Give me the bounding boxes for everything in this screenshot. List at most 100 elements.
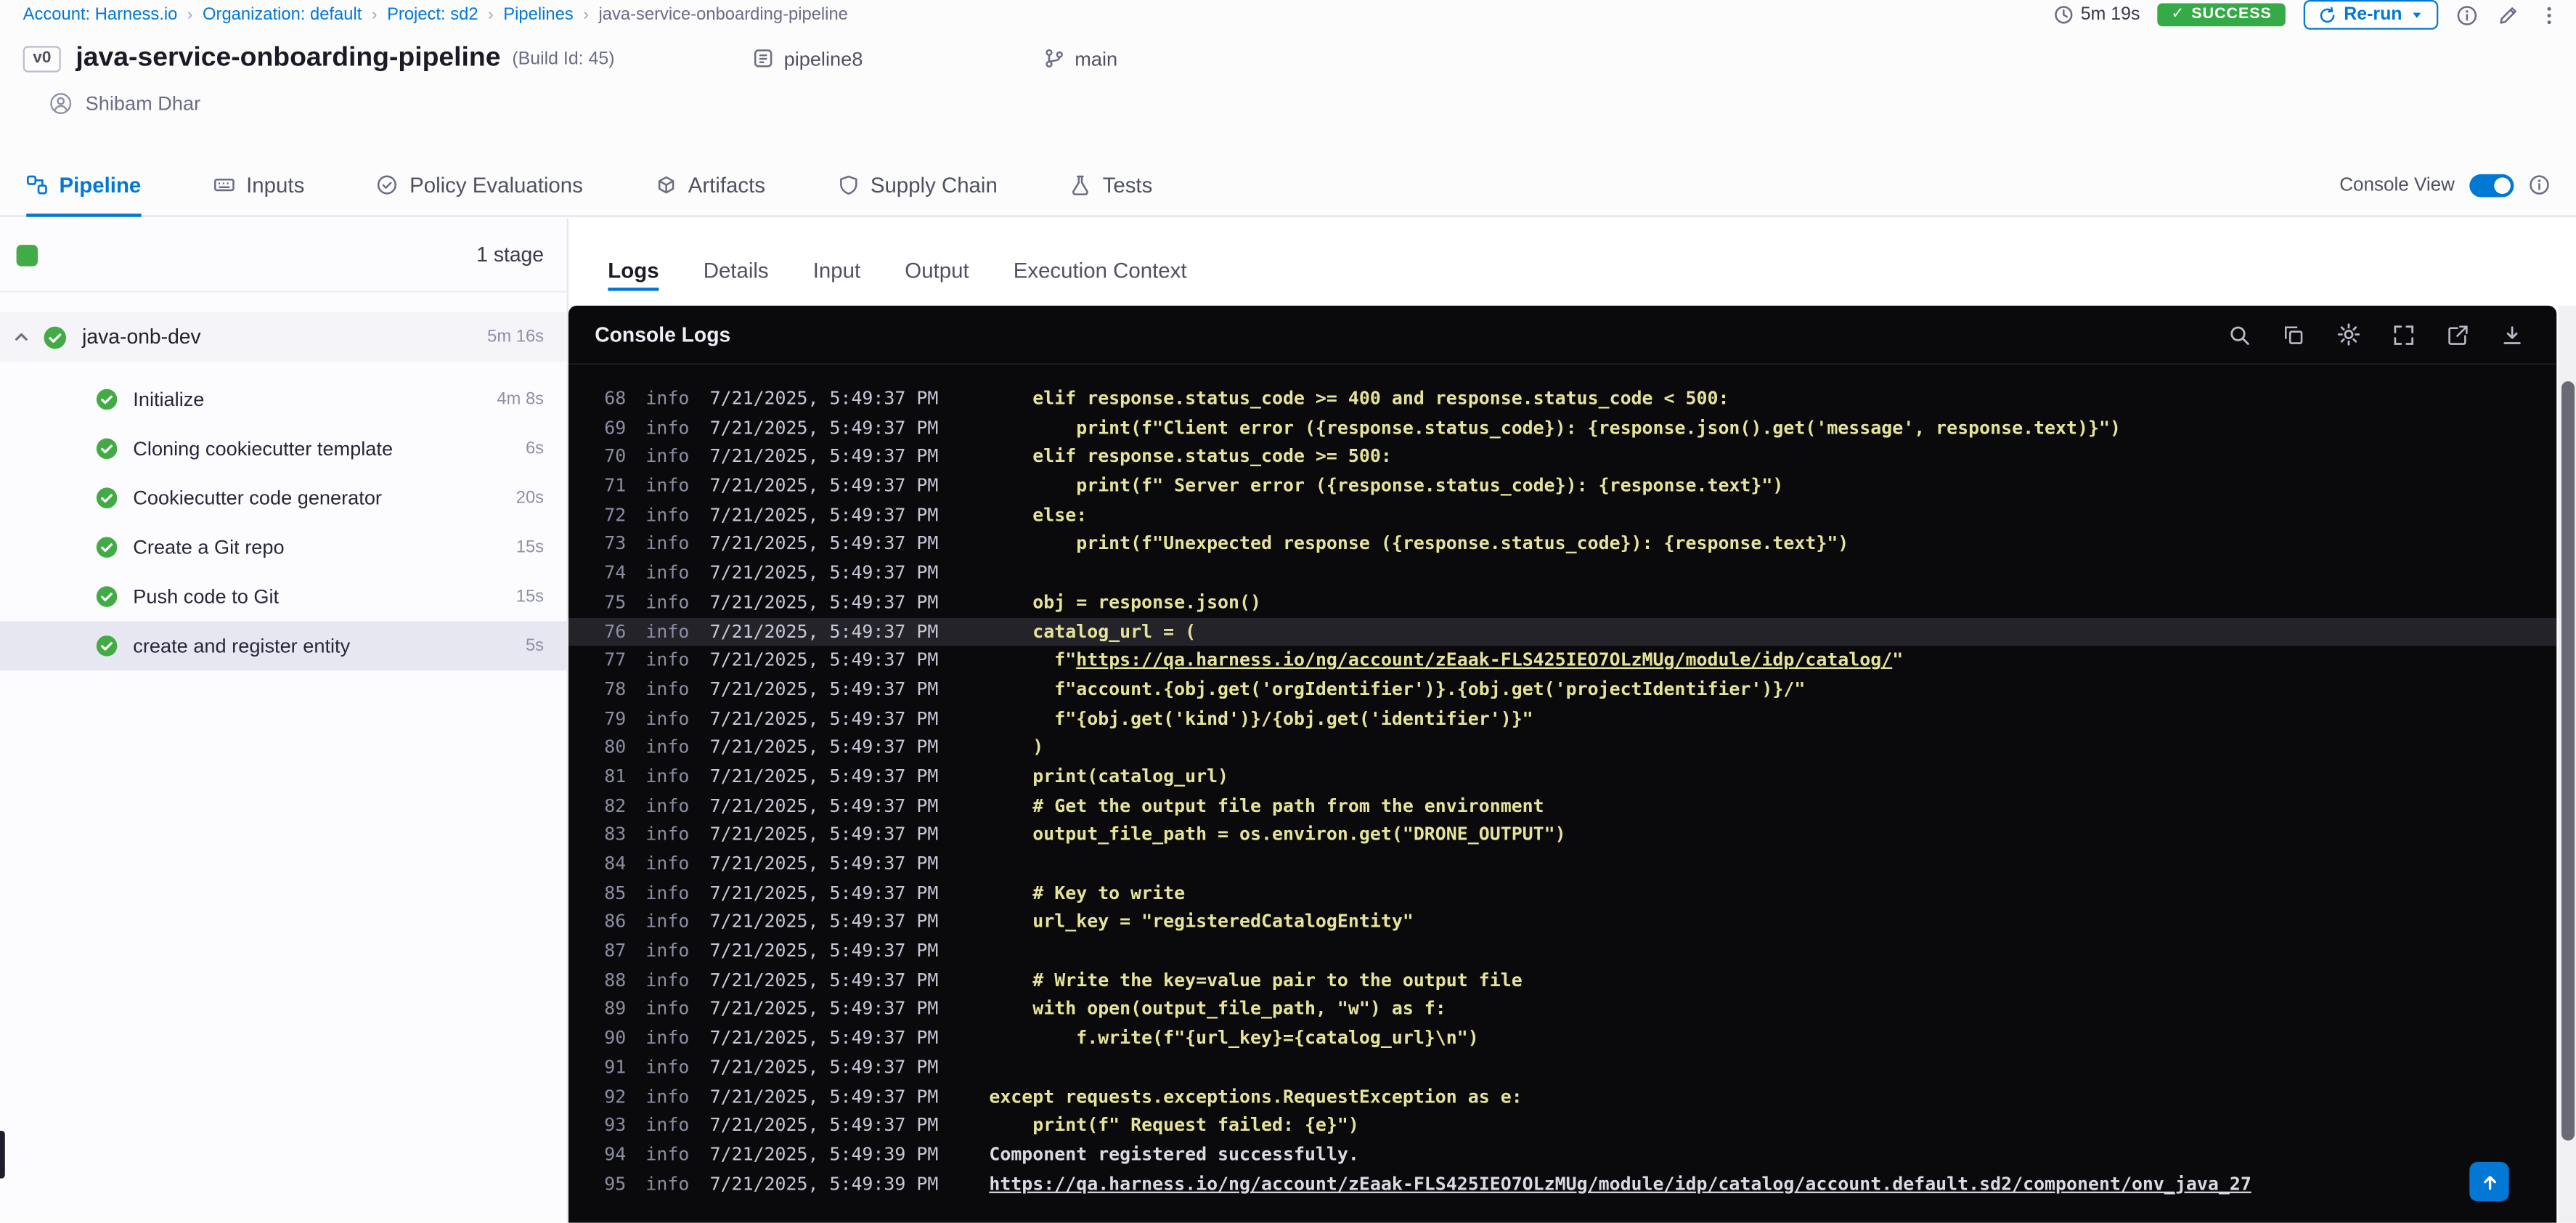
log-line-number: 95 [604, 1172, 627, 1195]
tab-inputs[interactable]: Inputs [213, 155, 304, 216]
left-edge-handle[interactable] [0, 1130, 5, 1179]
log-row: 90 info 7/21/2025, 5:49:37 PM f.write(f"{u… [568, 1024, 2556, 1053]
log-scrollbar [2558, 305, 2576, 1223]
tab-output[interactable]: Output [905, 258, 969, 306]
tab-tests[interactable]: Tests [1069, 155, 1152, 216]
console-logs-panel: Console Logs 68 info 7/21/2025, 5:49:37 PM… [568, 305, 2557, 1223]
log-line-number: 82 [604, 795, 627, 816]
search-icon[interactable] [2228, 323, 2251, 346]
branch-chip[interactable]: main [1043, 46, 1117, 70]
log-row: 83 info 7/21/2025, 5:49:37 PM output_file_… [568, 821, 2556, 850]
top-bar: Account: Harness.io › Organization: defaul… [0, 0, 2576, 31]
chevron-up-icon[interactable] [13, 329, 30, 346]
stage-name: java-onb-dev [82, 325, 201, 349]
step-success-icon [95, 487, 118, 510]
tab-label: Supply Chain [870, 172, 998, 198]
log-text: # Get the output file path from the envi… [989, 795, 1544, 816]
breadcrumb-separator: › [371, 5, 378, 24]
log-link[interactable]: https://qa.harness.io/ng/account/zEaak-F… [989, 1173, 2251, 1194]
status-text: SUCCESS [2191, 5, 2272, 24]
log-text: print(f" Server error ({response.status_… [989, 475, 1784, 497]
edit-icon[interactable] [2498, 4, 2519, 25]
log-line-number: 83 [604, 824, 627, 845]
log-row: 92 info 7/21/2025, 5:49:37 PM except reques… [568, 1082, 2556, 1111]
log-row: 94 info 7/21/2025, 5:49:39 PM Component reg… [568, 1140, 2556, 1169]
more-icon[interactable] [2538, 4, 2559, 25]
git-branch-icon [1043, 48, 1064, 69]
tab-supply-chain[interactable]: Supply Chain [838, 155, 998, 216]
tab-policy-evaluations[interactable]: Policy Evaluations [377, 155, 583, 216]
settings-icon[interactable] [2336, 322, 2361, 347]
breadcrumb-separator: › [187, 5, 193, 24]
sidebar-step-initialize[interactable]: Initialize 4m 8s [0, 375, 567, 424]
open-in-new-icon[interactable] [2447, 323, 2470, 346]
log-level: info [645, 475, 690, 497]
tab-input[interactable]: Input [813, 258, 860, 306]
step-label: Create a Git repo [133, 535, 285, 559]
log-timestamp: 7/21/2025, 5:49:37 PM [709, 824, 939, 845]
tab-execution-context[interactable]: Execution Context [1014, 258, 1187, 306]
log-text: # Key to write [989, 882, 1186, 903]
log-line-number: 68 [604, 388, 627, 410]
build-id: (Build Id: 45) [512, 48, 615, 68]
tab-details[interactable]: Details [704, 258, 769, 306]
tab-pipeline[interactable]: Pipeline [26, 155, 141, 217]
stage-status-square [16, 244, 38, 266]
log-line-number: 73 [604, 533, 627, 555]
log-link[interactable]: https://qa.harness.io/ng/account/zEaak-F… [1076, 649, 1892, 670]
download-icon[interactable] [2500, 323, 2524, 346]
log-line-number: 80 [604, 736, 627, 758]
log-level: info [645, 765, 690, 787]
log-timestamp: 7/21/2025, 5:49:37 PM [709, 998, 939, 1020]
breadcrumb-item-organization-default[interactable]: Organization: default [203, 5, 362, 25]
log-row: 91 info 7/21/2025, 5:49:37 PM [568, 1053, 2556, 1082]
caret-down-icon [2410, 8, 2424, 21]
breadcrumb-item-account-harness-io[interactable]: Account: Harness.io [23, 5, 178, 25]
info-icon[interactable] [2456, 4, 2477, 25]
topbar-actions [2456, 4, 2560, 25]
info-icon[interactable] [2529, 174, 2550, 195]
log-level: info [645, 1085, 690, 1108]
log-text: print(catalog_url) [989, 765, 1229, 787]
console-icons [2228, 322, 2524, 347]
breadcrumb-separator: › [583, 5, 589, 24]
rerun-button[interactable]: Re-run [2302, 0, 2439, 31]
sidebar-step-cloning-cookiecutter-template[interactable]: Cloning cookiecutter template 6s [0, 424, 567, 474]
sidebar-step-create-and-register-entity[interactable]: create and register entity 5s [0, 621, 567, 671]
fullscreen-icon[interactable] [2392, 323, 2416, 346]
log-row: 72 info 7/21/2025, 5:49:37 PM else: [568, 501, 2556, 530]
scroll-to-top-button[interactable] [2469, 1161, 2509, 1202]
tab-label: Artifacts [688, 172, 765, 198]
step-label: Push code to Git [133, 585, 280, 609]
toggle-knob [2494, 176, 2511, 193]
stage-row[interactable]: java-onb-dev 5m 16s [0, 312, 567, 362]
log-row: 84 info 7/21/2025, 5:49:37 PM [568, 850, 2556, 879]
sidebar-step-create-a-git-repo[interactable]: Create a Git repo 15s [0, 523, 567, 572]
tab-artifacts[interactable]: Artifacts [655, 155, 765, 216]
sidebar-step-push-code-to-git[interactable]: Push code to Git 15s [0, 572, 567, 622]
log-row: 70 info 7/21/2025, 5:49:37 PM elif respons… [568, 443, 2556, 472]
log-line-number: 93 [604, 1114, 627, 1137]
pipeline-chip[interactable]: pipeline8 [753, 46, 863, 70]
tab-logs[interactable]: Logs [608, 258, 659, 306]
log-level: info [645, 969, 690, 991]
log-text: f"https://qa.harness.io/ng/account/zEaak… [989, 649, 1904, 671]
breadcrumb-item-java-service-onboarding-pipeline[interactable]: java-service-onboarding-pipeline [598, 5, 847, 25]
breadcrumb-item-pipelines[interactable]: Pipelines [503, 5, 573, 25]
copy-icon[interactable] [2282, 323, 2305, 346]
log-scrollbar-thumb[interactable] [2560, 381, 2574, 1141]
log-level: info [645, 1027, 690, 1049]
step-label: Cookiecutter code generator [133, 486, 383, 510]
page-title: java-service-onboarding-pipeline [76, 42, 501, 73]
log-row: 81 info 7/21/2025, 5:49:37 PM print(catalo… [568, 763, 2556, 792]
log-timestamp: 7/21/2025, 5:49:37 PM [709, 533, 939, 555]
console-view-toggle[interactable] [2469, 173, 2514, 197]
step-label: Initialize [133, 388, 205, 411]
log-text: elif response.status_code >= 500: [989, 446, 1392, 468]
log-row: 76 info 7/21/2025, 5:49:37 PM catalog_url … [568, 617, 2557, 646]
log-level: info [645, 736, 690, 758]
log-row: 93 info 7/21/2025, 5:49:37 PM print(f" Req… [568, 1111, 2556, 1140]
breadcrumb-item-project-sd2[interactable]: Project: sd2 [387, 5, 478, 25]
sidebar-step-cookiecutter-code-generator[interactable]: Cookiecutter code generator 20s [0, 474, 567, 523]
log-line-number: 79 [604, 707, 627, 729]
